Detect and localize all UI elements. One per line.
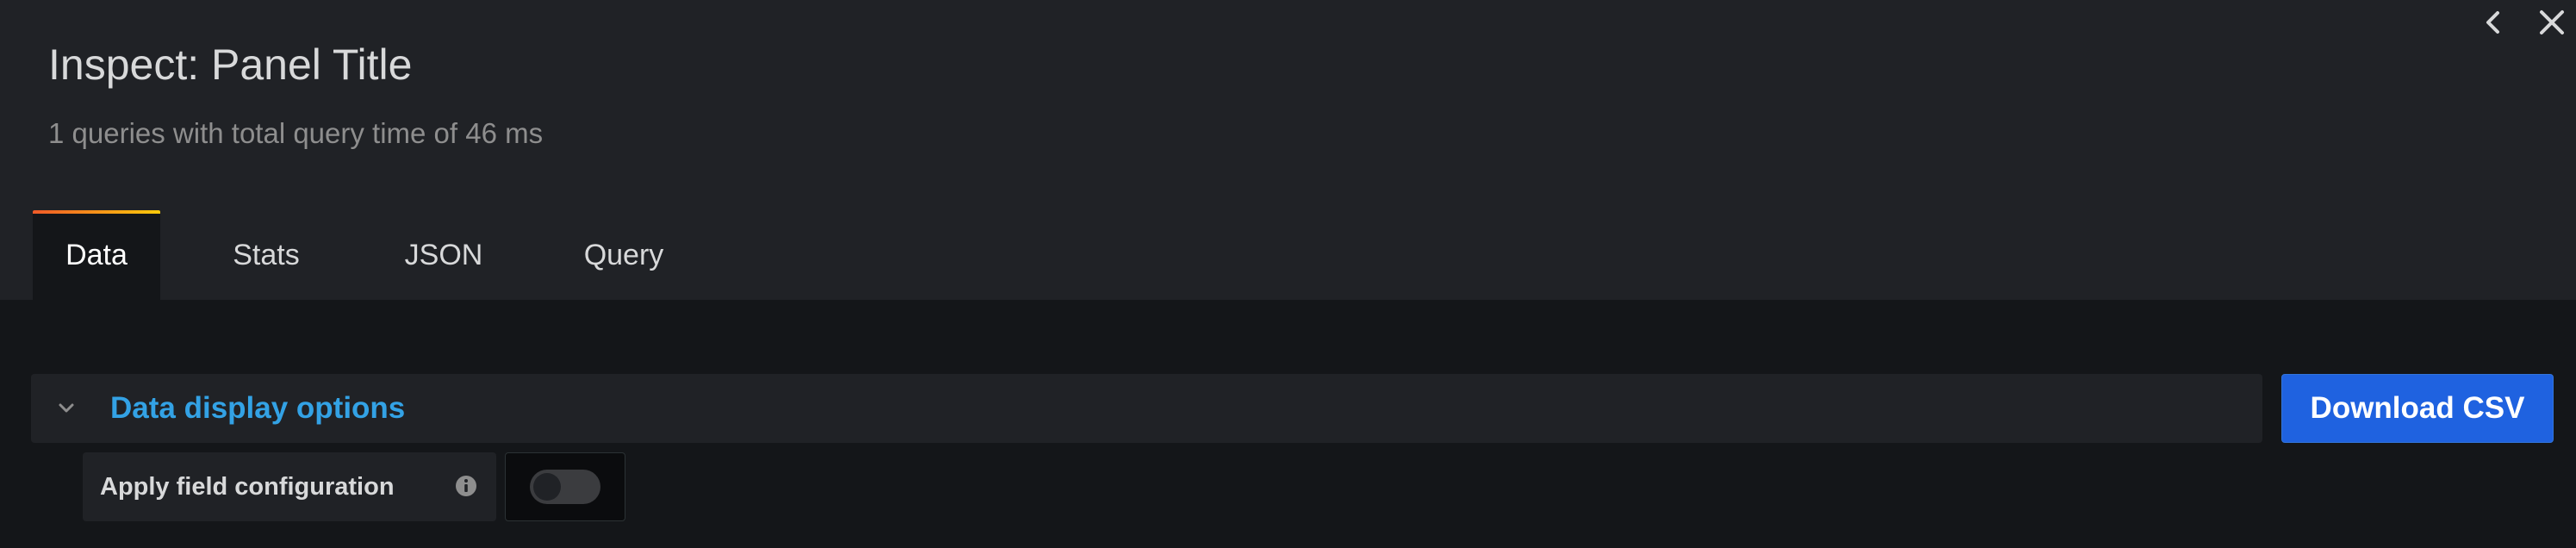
inspect-tabs: Data Stats JSON Query [33,210,732,300]
tab-data[interactable]: Data [33,210,160,300]
data-display-options-label: Data display options [110,391,406,425]
query-summary: 1 queries with total query time of 46 ms [48,117,544,149]
apply-field-configuration-toggle[interactable] [530,470,600,504]
download-csv-button[interactable]: Download CSV [2281,374,2554,443]
chevron-left-icon [2486,11,2499,34]
page-title: Inspect: Panel Title [48,40,413,89]
close-icon [2540,10,2564,34]
tab-json[interactable]: JSON [372,210,515,300]
tab-stats[interactable]: Stats [160,210,372,300]
back-button[interactable] [2476,5,2511,40]
drawer-header: Inspect: Panel Title 1 queries with tota… [0,0,2576,300]
apply-field-configuration-switch-container [505,452,625,521]
info-icon[interactable] [455,475,477,497]
field-label-container: Apply field configuration [83,452,496,521]
chevron-down-icon [55,397,78,420]
data-display-options-toggle[interactable]: Data display options [31,374,2262,443]
apply-field-configuration-label: Apply field configuration [100,472,395,501]
close-button[interactable] [2535,5,2569,40]
inspect-drawer: Inspect: Panel Title 1 queries with tota… [0,0,2576,548]
toggle-knob [533,473,561,501]
tab-query[interactable]: Query [515,210,732,300]
